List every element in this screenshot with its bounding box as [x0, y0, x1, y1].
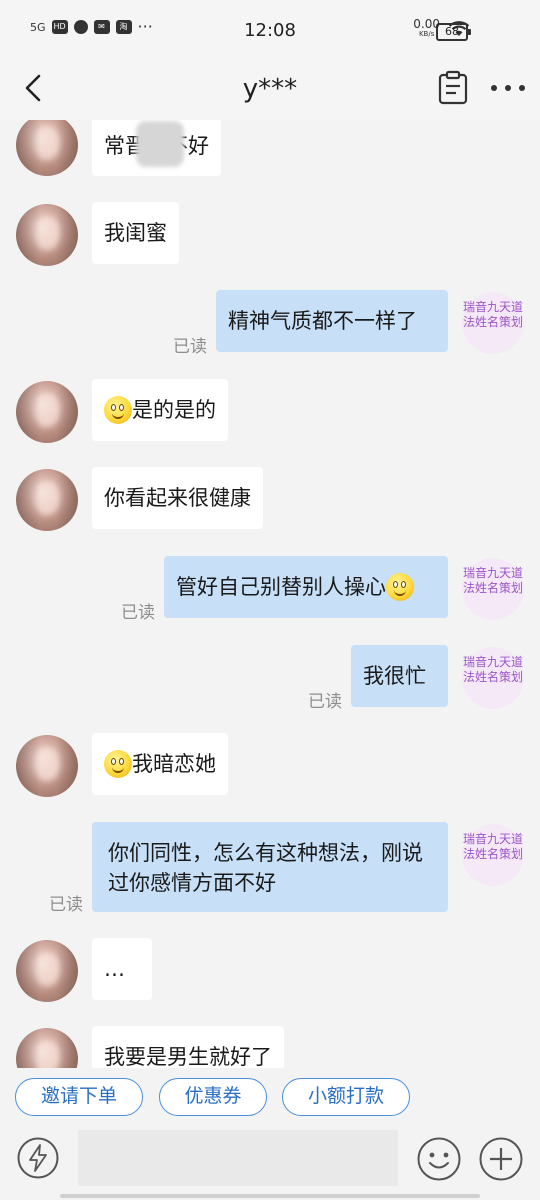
message-text: 你们同性，怎么有这种想法，刚说过你感情方面不好 — [108, 841, 423, 895]
message-bubble[interactable]: 我要是男生就好了 — [92, 1026, 284, 1068]
my-avatar[interactable]: 瑞音九天道法姓名策划 — [462, 647, 524, 709]
contact-avatar[interactable] — [16, 735, 78, 797]
chat-header: y*** — [0, 60, 540, 120]
message-row-incoming: 常晋好不好 — [0, 120, 540, 180]
contact-avatar[interactable] — [16, 120, 78, 176]
message-text: 我很忙 — [363, 664, 426, 688]
small-payment-button[interactable]: 小额打款 — [282, 1078, 410, 1116]
message-text: 精神气质都不一样了 — [228, 309, 417, 333]
redacted-blur — [136, 121, 184, 167]
more-options-icon[interactable] — [488, 74, 528, 102]
message-row-outgoing: 已读 我很忙 瑞音九天道法姓名策划 — [0, 645, 540, 712]
message-bubble[interactable]: 我闺蜜 — [92, 202, 179, 264]
message-bubble[interactable]: 管好自己别替别人操心 — [164, 556, 448, 618]
my-avatar[interactable]: 瑞音九天道法姓名策划 — [462, 558, 524, 620]
message-text: 我闺蜜 — [104, 221, 167, 245]
message-row-incoming: 我要是男生就好了 — [0, 1026, 540, 1068]
my-avatar[interactable]: 瑞音九天道法姓名策划 — [462, 292, 524, 354]
invite-order-button[interactable]: 邀请下单 — [15, 1078, 143, 1116]
emoji-picker-icon[interactable] — [416, 1136, 462, 1182]
contact-avatar[interactable] — [16, 204, 78, 266]
notes-icon[interactable] — [436, 70, 470, 106]
message-bubble[interactable]: 你看起来很健康 — [92, 467, 263, 529]
status-bar: 5G HD ✉ 淘 ··· 12:08 0.00 KB/s 68 — [0, 0, 540, 60]
message-row-incoming: 你看起来很健康 — [0, 467, 540, 533]
message-bubble[interactable]: 精神气质都不一样了 — [216, 290, 448, 352]
read-receipt: 已读 — [308, 692, 342, 712]
message-text: 管好自己别替别人操心 — [176, 575, 386, 599]
add-attachment-icon[interactable] — [478, 1136, 524, 1182]
smile-emoji-icon — [104, 750, 132, 778]
quick-actions-bar: 邀请下单 优惠券 小额打款 — [0, 1068, 540, 1128]
message-text: 我要是男生就好了 — [104, 1045, 272, 1068]
message-row-incoming: 我暗恋她 — [0, 733, 540, 799]
message-row-outgoing: 已读 精神气质都不一样了 瑞音九天道法姓名策划 — [0, 290, 540, 357]
message-list[interactable]: 常晋好不好 我闺蜜 已读 精神气质都不一样了 瑞音九天道法姓名策划 是的是的 你… — [0, 120, 540, 1068]
message-row-incoming: 是的是的 — [0, 379, 540, 445]
message-bubble[interactable]: 是的是的 — [92, 379, 228, 441]
message-row-outgoing: 已读 你们同性，怎么有这种想法，刚说过你感情方面不好 瑞音九天道法姓名策划 — [0, 822, 540, 915]
coupon-button[interactable]: 优惠券 — [159, 1078, 267, 1116]
my-avatar[interactable]: 瑞音九天道法姓名策划 — [462, 824, 524, 886]
read-receipt: 已读 — [173, 337, 207, 357]
message-bubble[interactable]: … — [92, 938, 152, 1000]
message-row-outgoing: 已读 管好自己别替别人操心 瑞音九天道法姓名策划 — [0, 556, 540, 623]
smile-emoji-icon — [386, 573, 414, 601]
contact-avatar[interactable] — [16, 469, 78, 531]
battery-indicator: 68 — [436, 23, 471, 41]
message-bubble[interactable]: 我暗恋她 — [92, 733, 228, 795]
message-row-incoming: … — [0, 938, 540, 1004]
contact-avatar[interactable] — [16, 381, 78, 443]
home-indicator — [60, 1194, 480, 1198]
message-text: 你看起来很健康 — [104, 486, 251, 510]
message-text: … — [104, 957, 125, 981]
read-receipt: 已读 — [49, 895, 83, 915]
message-bubble[interactable]: 你们同性，怎么有这种想法，刚说过你感情方面不好 — [92, 822, 448, 912]
message-row-incoming: 我闺蜜 — [0, 202, 540, 268]
message-input[interactable] — [78, 1130, 398, 1186]
input-bar — [0, 1128, 540, 1200]
quick-reply-bolt-icon[interactable] — [16, 1136, 60, 1180]
contact-avatar[interactable] — [16, 940, 78, 1002]
back-arrow-icon[interactable] — [18, 72, 50, 104]
read-receipt: 已读 — [121, 603, 155, 623]
smile-emoji-icon — [104, 396, 132, 424]
contact-avatar[interactable] — [16, 1028, 78, 1068]
message-text: 是的是的 — [132, 398, 216, 422]
message-bubble[interactable]: 我很忙 — [351, 645, 448, 707]
message-text: 我暗恋她 — [132, 752, 216, 776]
